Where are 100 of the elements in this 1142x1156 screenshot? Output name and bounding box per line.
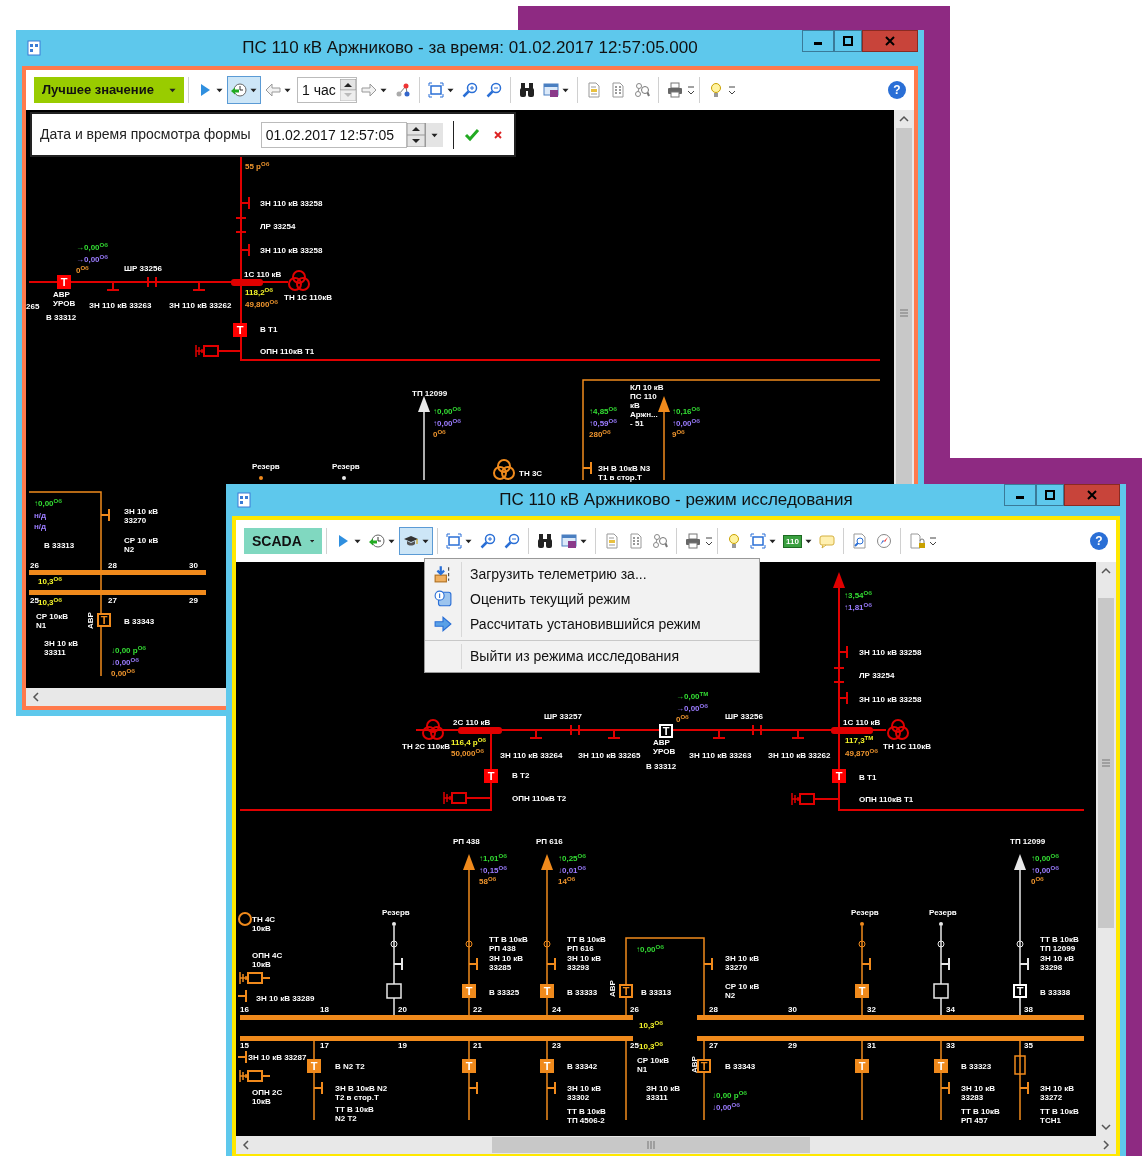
feeder-arrow-icon: [541, 854, 553, 870]
breaker-symbol: T: [1013, 984, 1027, 998]
diagram-label: АВР: [607, 980, 617, 997]
binary-document-icon: [628, 533, 644, 549]
light-bulb-icon: [726, 533, 742, 549]
save-icon: [542, 82, 559, 98]
diagram-label: ЗН 110 кВ 33263: [89, 301, 152, 310]
diagram-label: КЛ 10 кВ ПС 110 кВ Аржн... - 51: [630, 383, 664, 428]
menu-item[interactable]: Оценить текущий режим: [425, 586, 759, 611]
diagram-label: 35: [1024, 1041, 1033, 1050]
history-button[interactable]: [227, 76, 261, 104]
diagram-label: В 33343: [124, 617, 155, 626]
clock-icon: [369, 533, 385, 549]
diagram-label: 2С 110 кВ: [453, 718, 491, 727]
caret-icon: [388, 538, 395, 544]
breaker-symbol: T: [697, 1059, 711, 1073]
close-button[interactable]: [1064, 484, 1120, 506]
caret-left-icon: [32, 692, 40, 702]
diagram-label: ЗН 110 кВ 33263: [689, 751, 752, 760]
document-icon: [604, 533, 620, 549]
diagram-label: ОПН 110кВ Т1: [260, 347, 315, 356]
research-mode-button[interactable]: [399, 527, 433, 555]
measurement-value: 280$^{Об}$: [589, 430, 611, 440]
diagram-label: В N2 Т2: [335, 1062, 365, 1071]
measurement-value: ↑0,16$^{Об}$: [672, 407, 700, 417]
diagram-label: В 33323: [961, 1062, 992, 1071]
help-button[interactable]: ?: [1090, 532, 1108, 550]
mode-dropdown[interactable]: Лучшее значение: [34, 77, 184, 103]
arrow-right-icon: [360, 82, 377, 98]
diagram-label: ЗН 10 кВ 33311: [44, 639, 78, 657]
feeder-arrow-icon: [658, 396, 670, 412]
diagram-label: АВР: [689, 1056, 699, 1073]
caret-icon: [216, 87, 223, 93]
feeder-arrow-icon: [1014, 854, 1026, 870]
diagram-label: 23: [552, 1041, 561, 1050]
diagram-label: ЗН 10 кВ 33287: [248, 1053, 307, 1062]
measurement-value: ↓0,00$^{Об}$: [111, 658, 139, 668]
diagram-label: 25: [30, 596, 39, 605]
menu-item[interactable]: Рассчитать установившийся режим: [425, 611, 759, 636]
frame-icon: [750, 533, 766, 549]
caret-icon: [561, 87, 569, 93]
diagram-label: ТТ В 10кВ РП 616: [567, 935, 606, 953]
refresh-document-icon: [434, 590, 452, 608]
mode-dropdown[interactable]: SCADA: [244, 528, 322, 554]
diagram-label: 25: [630, 1041, 639, 1050]
zoom-out-icon: [485, 82, 502, 98]
diagram-label: 27: [108, 596, 117, 605]
diagram-label: ЗН 110 кВ 33262: [768, 751, 831, 760]
diagram-label: В 33338: [1040, 988, 1071, 997]
measurement-value: ↑0,00$^{Об}$: [34, 499, 62, 509]
diagram-label: ТН 2С 110кВ: [402, 742, 451, 751]
maximize-icon: [1045, 490, 1055, 500]
window-title: ПС 110 кВ Аржниково - режим исследования: [498, 489, 854, 512]
close-icon: [492, 128, 505, 141]
measurement-value: н/д: [34, 511, 47, 521]
diagram-label: ТН 3С: [519, 469, 543, 478]
diagram-label: 15: [240, 1041, 249, 1050]
measurement-value: ↑0,59$^{Об}$: [589, 419, 617, 429]
scrollbar-thumb[interactable]: [492, 1137, 810, 1153]
diagram-label: ТТ В 10кВ N2 Т2: [335, 1105, 374, 1123]
diagram-label: ТТ В 10кВ ТП 12099: [1040, 935, 1079, 953]
measurement-value: н/д: [34, 522, 47, 532]
caret-icon: [422, 538, 429, 544]
breaker-symbol: T: [307, 1059, 321, 1073]
diagram-label: РП 616: [536, 837, 563, 846]
diagram-label: 33: [946, 1041, 955, 1050]
dropdown-button[interactable]: [424, 122, 443, 147]
measurement-value: ↑1,01$^{Об}$: [479, 854, 507, 864]
measurement-value: ↓0,00 р$^{Об}$: [712, 1091, 748, 1101]
date-time-field[interactable]: 01.02.2017 12:57:05: [260, 121, 407, 148]
close-button[interactable]: [862, 30, 918, 52]
interval-spinner[interactable]: 1 час: [297, 77, 357, 103]
diagram-label: ШР 33256: [124, 264, 162, 273]
maximize-button[interactable]: [834, 30, 862, 52]
menu-item[interactable]: Выйти из режима исследования: [425, 640, 759, 670]
help-button[interactable]: ?: [888, 81, 906, 99]
diagram-label: 1С 110 кВ: [244, 270, 282, 279]
measurement-value: 55 р$^{Об}$: [245, 162, 270, 172]
measurement-value: 58$^{Об}$: [479, 877, 497, 887]
diagram-label: ЗН 10 кВ 33293: [567, 954, 601, 972]
breaker-symbol: T: [484, 769, 498, 783]
caret-icon: [250, 87, 257, 93]
measurement-value: →0,00$^{Об}$: [76, 255, 108, 265]
menu-item[interactable]: Загрузить телеметрию за...: [425, 561, 759, 586]
breaker-symbol: T: [832, 769, 846, 783]
minimize-button[interactable]: [1004, 484, 1036, 506]
measurement-value: ↑0,15$^{Об}$: [479, 866, 507, 876]
measurement-value: ↑4,85$^{Об}$: [589, 407, 617, 417]
frame-icon: [446, 533, 462, 549]
diagram-label: ЗН 110 кВ 33264: [500, 751, 563, 760]
scrollbar-thumb[interactable]: [1098, 598, 1114, 928]
spin-down-icon: [339, 90, 356, 101]
caret-icon: [465, 538, 472, 544]
diagram-label: 1С 110 кВ: [843, 718, 881, 727]
measurement-value: 0$^{Об}$: [1031, 877, 1044, 887]
measurement-value: ↓0,00 р$^{Об}$: [111, 646, 147, 656]
diagram-label: ЗН 10 кВ 33270: [124, 507, 158, 525]
maximize-button[interactable]: [1036, 484, 1064, 506]
minimize-button[interactable]: [802, 30, 834, 52]
breaker-symbol: T: [233, 323, 247, 337]
